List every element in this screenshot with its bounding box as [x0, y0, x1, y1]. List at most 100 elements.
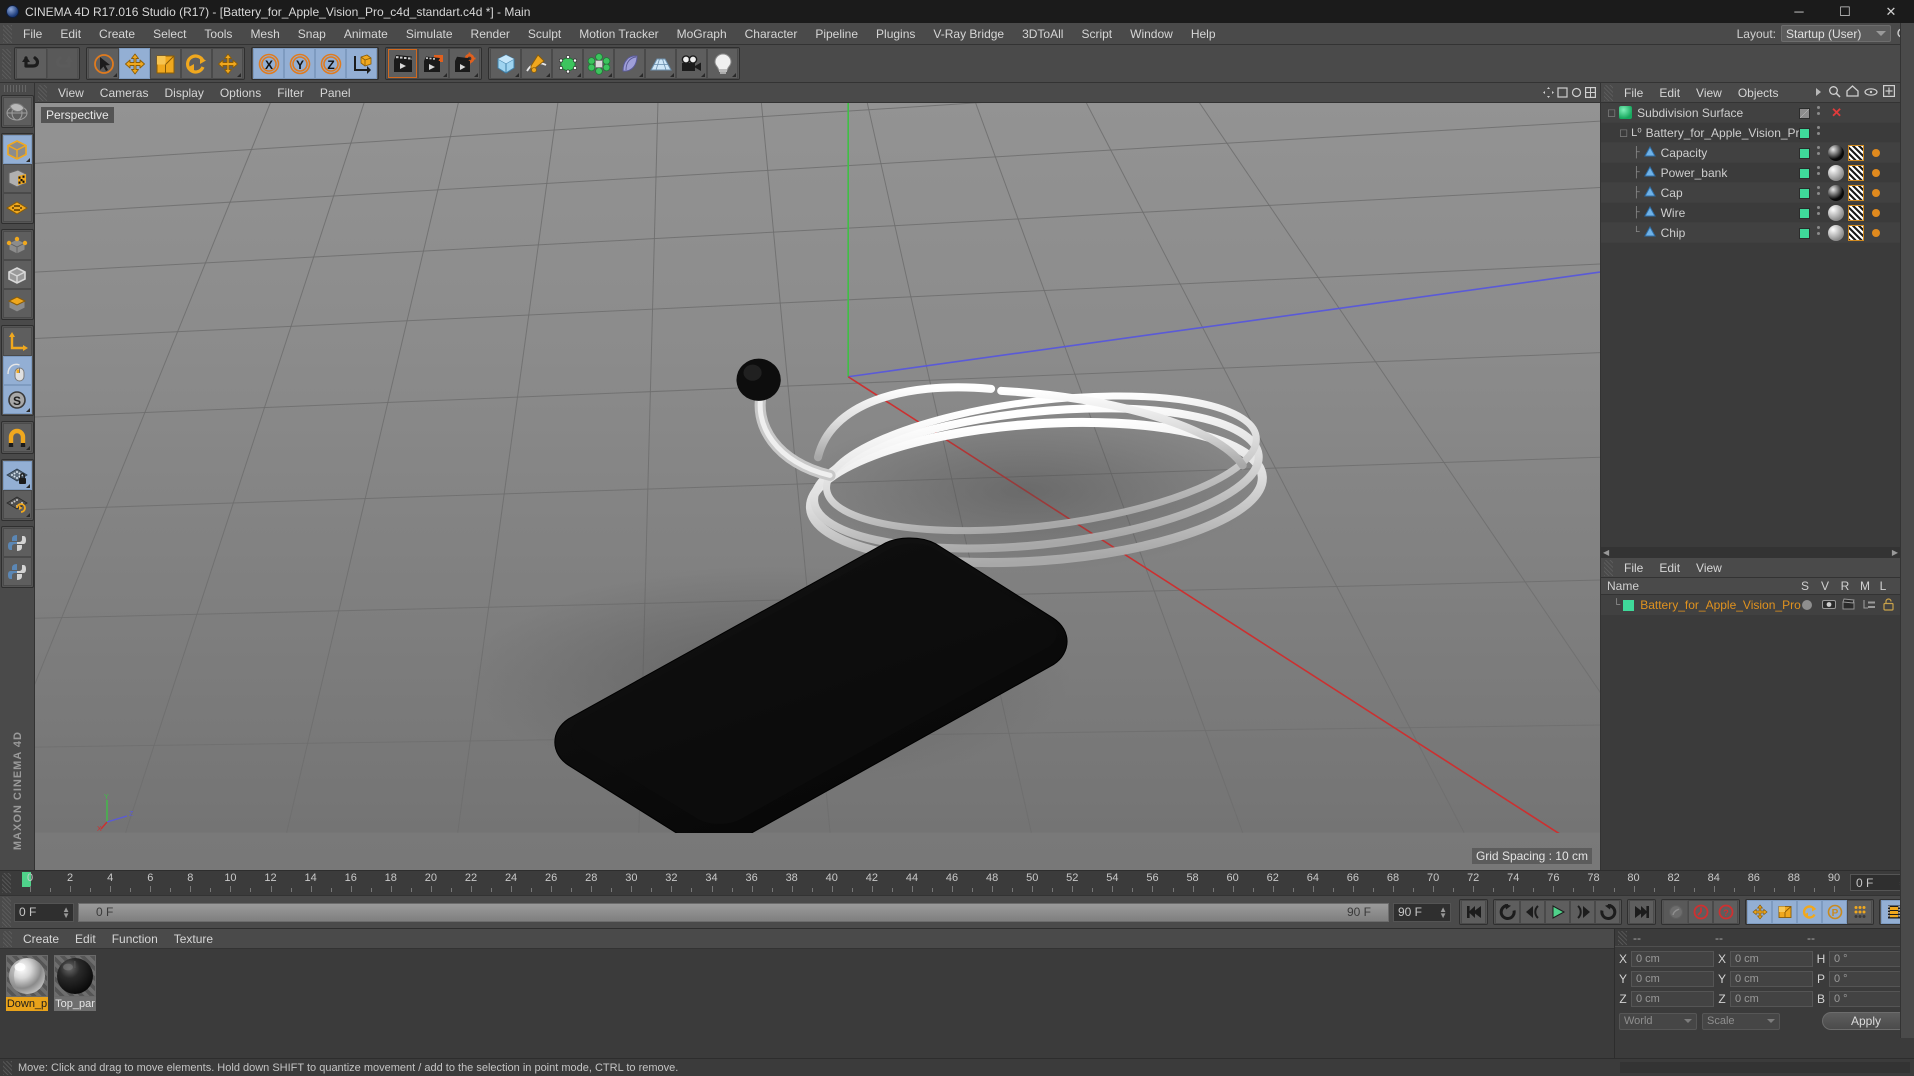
world-object-coord-button[interactable]	[346, 48, 377, 79]
lock-workplane-button[interactable]	[2, 461, 32, 490]
apply-button[interactable]: Apply	[1822, 1012, 1910, 1030]
menu-snap[interactable]: Snap	[289, 23, 335, 45]
viewport-menu-cameras[interactable]: Cameras	[92, 83, 157, 103]
visibility-dots[interactable]	[1817, 146, 1820, 155]
add-mograph-button[interactable]	[583, 48, 614, 79]
search-icon[interactable]	[1828, 85, 1841, 101]
scale-key-button[interactable]	[1772, 900, 1797, 924]
new-layout-icon[interactable]	[1883, 85, 1896, 100]
object-row-cap[interactable]: ├ Cap	[1601, 183, 1900, 203]
scroll-left-icon[interactable]: ◀	[1603, 548, 1609, 557]
add-light-button[interactable]	[707, 48, 738, 79]
next-keyframe-button[interactable]	[1570, 900, 1595, 924]
object-menu-edit[interactable]: Edit	[1651, 83, 1688, 103]
pan-view-icon[interactable]	[1543, 87, 1554, 98]
layout-dropdown[interactable]: Startup (User)	[1781, 25, 1891, 42]
visibility-swatch[interactable]	[1799, 208, 1810, 219]
size-z-input[interactable]: 0 cm	[1730, 991, 1813, 1007]
visibility-swatch[interactable]	[1799, 228, 1810, 239]
object-menu-view[interactable]: View	[1688, 83, 1730, 103]
zoom-view-icon[interactable]	[1557, 87, 1568, 98]
lock-z-button[interactable]: Z	[315, 48, 346, 79]
enable-axis-button[interactable]: S	[2, 385, 32, 414]
scroll-right-icon[interactable]: ▶	[1892, 548, 1898, 557]
visibility-dots[interactable]	[1817, 126, 1820, 135]
add-scene-button[interactable]	[645, 48, 676, 79]
material-tag-light[interactable]	[1828, 205, 1844, 221]
phong-tag-icon[interactable]	[1872, 209, 1880, 217]
material-preview-thumbnail[interactable]	[54, 955, 96, 997]
home-icon[interactable]	[1846, 85, 1859, 100]
menu-select[interactable]: Select	[144, 23, 195, 45]
menu-simulate[interactable]: Simulate	[397, 23, 462, 45]
coordinate-system-dropdown[interactable]: World	[1619, 1012, 1697, 1030]
play-button[interactable]	[1545, 900, 1570, 924]
spinner-icon[interactable]: ▲▼	[62, 905, 70, 919]
texture-tag-icon[interactable]	[1848, 185, 1864, 201]
record-active-objects-button[interactable]	[1663, 900, 1688, 924]
layer-menu-edit[interactable]: Edit	[1651, 558, 1688, 578]
add-cube-button[interactable]	[490, 48, 521, 79]
material-menu-function[interactable]: Function	[104, 929, 166, 949]
object-row-capacity[interactable]: ├ Capacity	[1601, 143, 1900, 163]
end-frame-input[interactable]: 90 F ▲ ▼	[1393, 902, 1451, 922]
play-forward-loop-button[interactable]	[1595, 900, 1620, 924]
status-grip-handle[interactable]	[3, 1060, 12, 1075]
polygons-mode-button[interactable]	[2, 289, 32, 318]
maximize-button[interactable]: ☐	[1822, 0, 1868, 23]
layer-render-icon[interactable]	[1842, 598, 1856, 613]
go-to-end-button[interactable]	[1629, 900, 1654, 924]
viewport-menu-display[interactable]: Display	[156, 83, 211, 103]
layer-manager-grip-handle[interactable]	[1604, 559, 1613, 576]
undo-button[interactable]	[16, 48, 47, 79]
texture-tag-icon[interactable]	[1848, 205, 1864, 221]
size-x-input[interactable]: 0 cm	[1730, 951, 1813, 967]
object-manager-horizontal-scrollbar[interactable]: ◀ ▶	[1601, 547, 1900, 558]
timeline-scrubber[interactable]: 0 F 90 F	[78, 902, 1389, 922]
minimize-button[interactable]: ─	[1776, 0, 1822, 23]
layer-lock-icon[interactable]	[1883, 598, 1894, 614]
visibility-swatch[interactable]	[1799, 128, 1810, 139]
phong-tag-icon[interactable]	[1872, 149, 1880, 157]
object-manager[interactable]: ◻ Subdivision Surface ✕ ◻ L⁰ Battery_for…	[1601, 103, 1900, 558]
material-swatch-list[interactable]: Down_p Top_par	[0, 949, 1614, 1058]
menu-script[interactable]: Script	[1072, 23, 1121, 45]
add-deformer-button[interactable]	[614, 48, 645, 79]
texture-tag-icon[interactable]	[1848, 225, 1864, 241]
left-toolbar-grip-handle[interactable]	[3, 85, 28, 92]
position-x-input[interactable]: 0 cm	[1631, 951, 1714, 967]
viewport-menu-view[interactable]: View	[50, 83, 92, 103]
menu-vray-bridge[interactable]: V-Ray Bridge	[924, 23, 1013, 45]
material-tag-light[interactable]	[1828, 165, 1844, 181]
parameter-key-button[interactable]: P	[1822, 900, 1847, 924]
spinner-icon[interactable]: ▲▼	[1439, 905, 1447, 919]
transform-mode-dropdown[interactable]: Scale	[1702, 1012, 1780, 1030]
lock-y-button[interactable]: Y	[284, 48, 315, 79]
menu-motion-tracker[interactable]: Motion Tracker	[570, 23, 667, 45]
workplane-button[interactable]	[2, 193, 32, 222]
keyframe-selection-button[interactable]: ?	[1713, 900, 1738, 924]
material-menu-texture[interactable]: Texture	[166, 929, 221, 949]
viewport-menu-filter[interactable]: Filter	[269, 83, 312, 103]
layer-solo-toggle[interactable]	[1802, 600, 1812, 610]
rotation-key-button[interactable]	[1797, 900, 1822, 924]
visibility-swatch[interactable]	[1799, 108, 1810, 119]
lock-x-button[interactable]: X	[253, 48, 284, 79]
status-bar-scrollbar[interactable]	[1620, 1062, 1910, 1073]
texture-mode-button[interactable]	[2, 164, 32, 193]
play-reverse-loop-button[interactable]	[1495, 900, 1520, 924]
object-row-battery[interactable]: ◻ L⁰ Battery_for_Apple_Vision_Pro	[1601, 123, 1900, 143]
tree-expander[interactable]: ◻	[1619, 126, 1628, 140]
move-button[interactable]	[119, 48, 150, 79]
move-duplicate-button[interactable]	[212, 48, 243, 79]
menu-mesh[interactable]: Mesh	[241, 23, 288, 45]
visibility-dots[interactable]	[1817, 166, 1820, 175]
visibility-swatch[interactable]	[1799, 148, 1810, 159]
object-row-power-bank[interactable]: ├ Power_bank	[1601, 163, 1900, 183]
transport-grip-handle[interactable]	[2, 897, 11, 927]
add-generator-button[interactable]	[552, 48, 583, 79]
previous-keyframe-button[interactable]	[1520, 900, 1545, 924]
coordinate-grip-handle[interactable]	[1618, 930, 1627, 945]
points-mode-button[interactable]	[2, 231, 32, 260]
phong-tag-icon[interactable]	[1872, 169, 1880, 177]
